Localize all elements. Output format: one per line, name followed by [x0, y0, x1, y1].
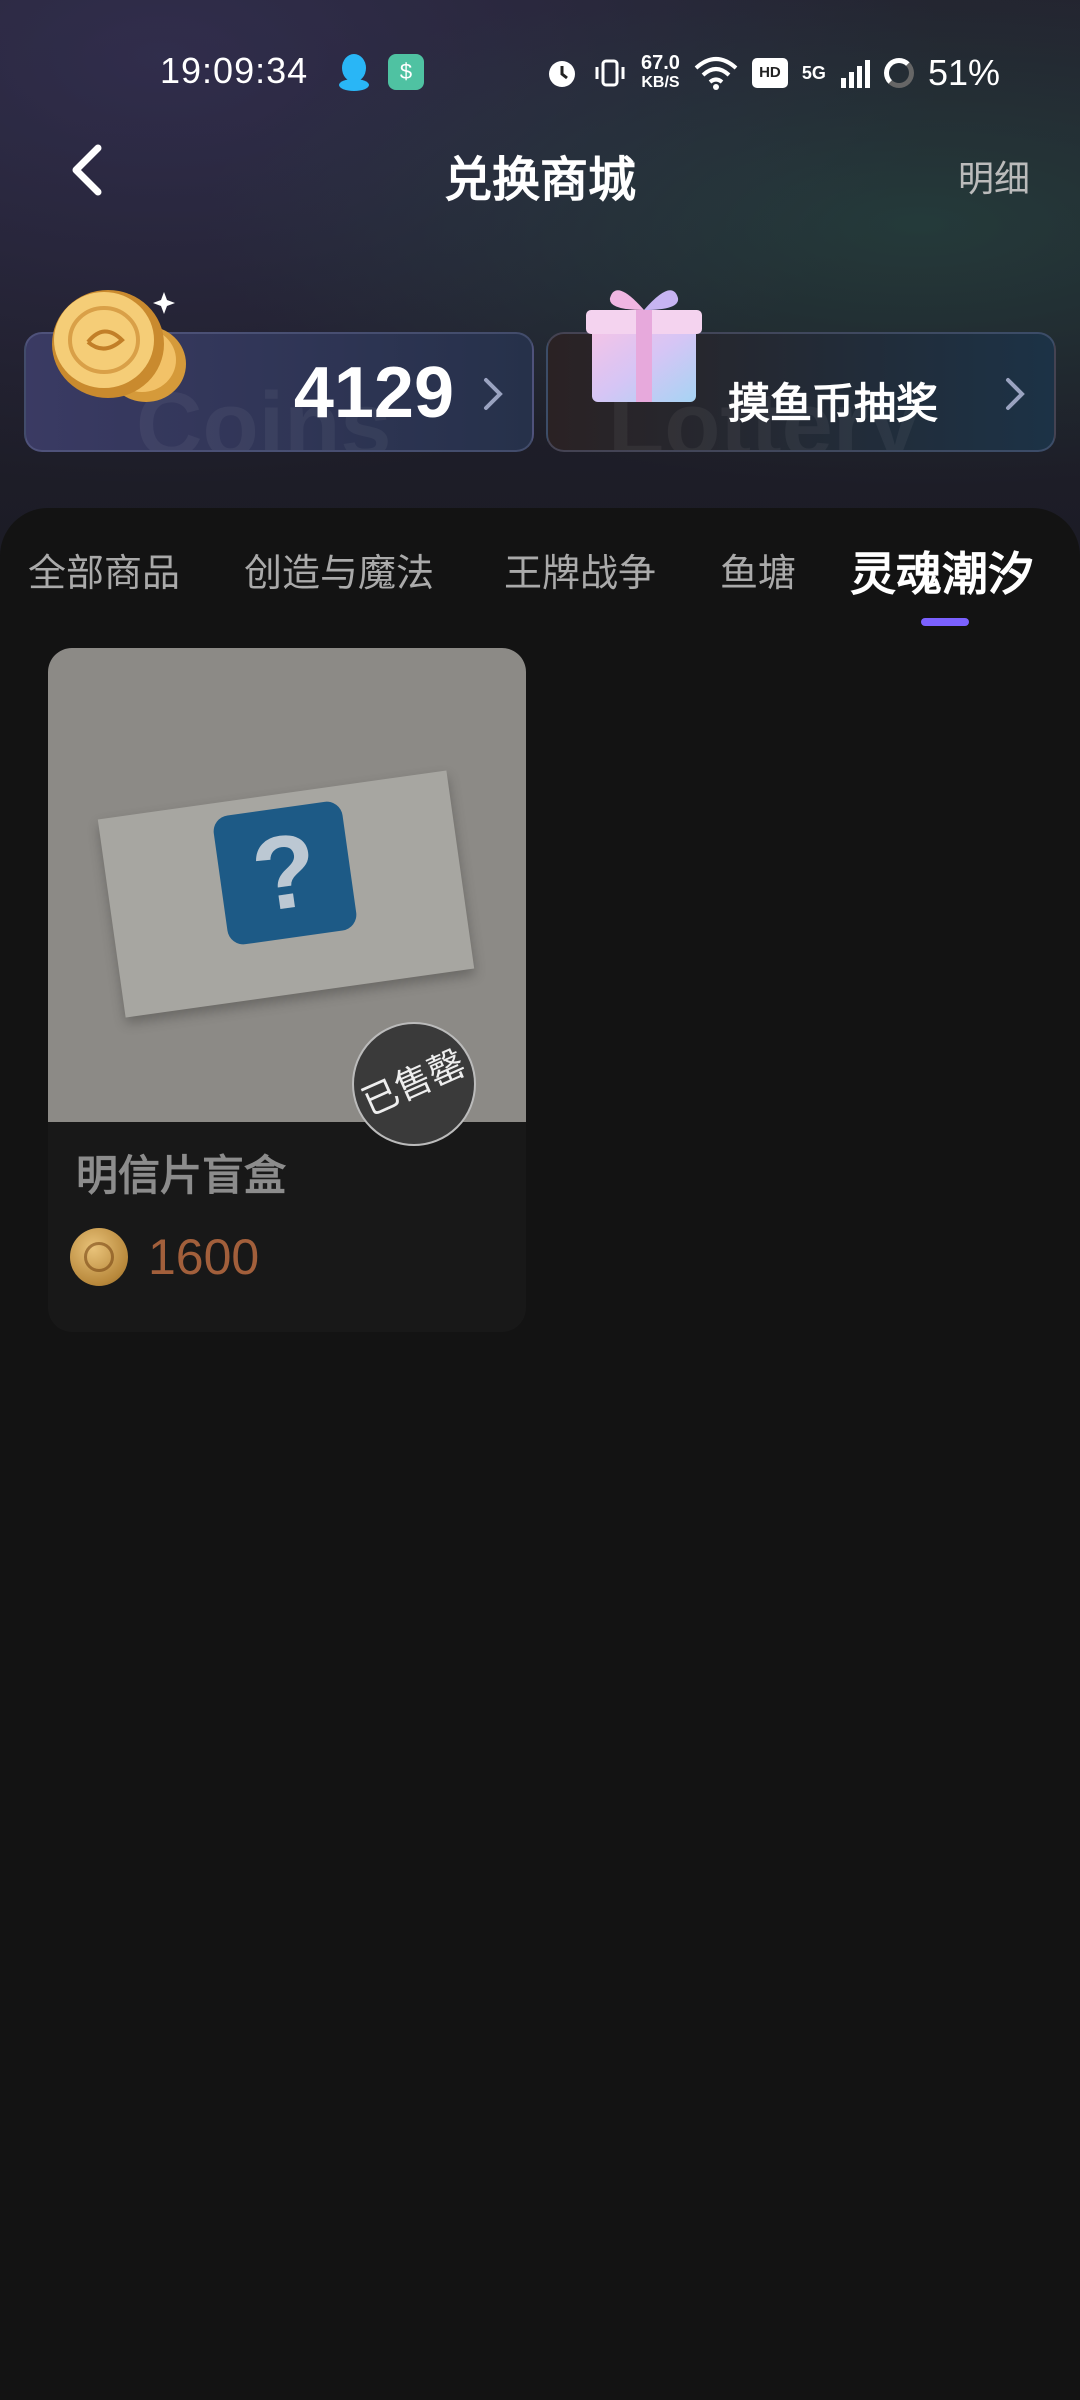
hd-icon: HD — [751, 58, 788, 88]
status-bar: 19:09:34 $ 67.0 KB/S HD 5G 51% — [0, 40, 1080, 104]
product-name: 明信片盲盒 — [76, 1151, 287, 1200]
net-speed-unit: KB/S — [641, 74, 680, 91]
wifi-icon — [694, 57, 738, 90]
question-mark-icon: ? — [211, 799, 359, 947]
net-speed-value: 67.0 — [640, 52, 680, 74]
battery-percent: 51% — [927, 52, 1000, 93]
product-card[interactable]: ? 已售罄 明信片盲盒 1600 — [48, 648, 526, 1332]
net-speed: 67.0 KB/S — [641, 53, 680, 93]
product-price: 1600 — [148, 1229, 260, 1285]
page-title: 兑换商城 — [443, 152, 636, 208]
signal-icon — [840, 60, 870, 88]
coin-stack-icon — [52, 290, 186, 402]
status-icons: 67.0 KB/S HD 5G 51% — [545, 48, 1000, 98]
alarm-icon — [548, 61, 575, 87]
coins-amount: 4129 — [293, 353, 454, 433]
tab-soul-tide[interactable]: 灵魂潮汐 — [850, 538, 1034, 604]
chevron-right-icon — [484, 378, 503, 410]
product-image: ? 已售罄 — [48, 648, 526, 1146]
lottery-label: 摸鱼币抽奖 — [728, 379, 939, 428]
coin-icon — [70, 1228, 128, 1286]
network-type: 5G — [801, 62, 826, 83]
vibrate-icon — [595, 59, 625, 87]
tab-creation-magic[interactable]: 创造与魔法 — [244, 542, 434, 597]
tab-all-goods[interactable]: 全部商品 — [28, 542, 180, 597]
detail-link[interactable]: 明细 — [958, 150, 1030, 202]
sold-out-badge: 已售罄 — [352, 1022, 476, 1146]
battery-icon — [883, 58, 914, 88]
qq-icon — [339, 54, 369, 91]
tab-ace-war[interactable]: 王牌战争 — [504, 542, 656, 597]
status-time: 19:09:34 — [160, 50, 309, 91]
sold-out-text: 已售罄 — [356, 1042, 472, 1125]
gift-box-icon — [586, 290, 702, 402]
chevron-right-icon — [1006, 378, 1025, 410]
category-tabs: 全部商品 创造与魔法 王牌战争 鱼塘 灵魂潮汐 — [0, 542, 1080, 612]
tab-fish-pond[interactable]: 鱼塘 — [720, 542, 796, 597]
security-app-icon: $ — [388, 54, 424, 90]
active-tab-indicator — [921, 618, 969, 626]
